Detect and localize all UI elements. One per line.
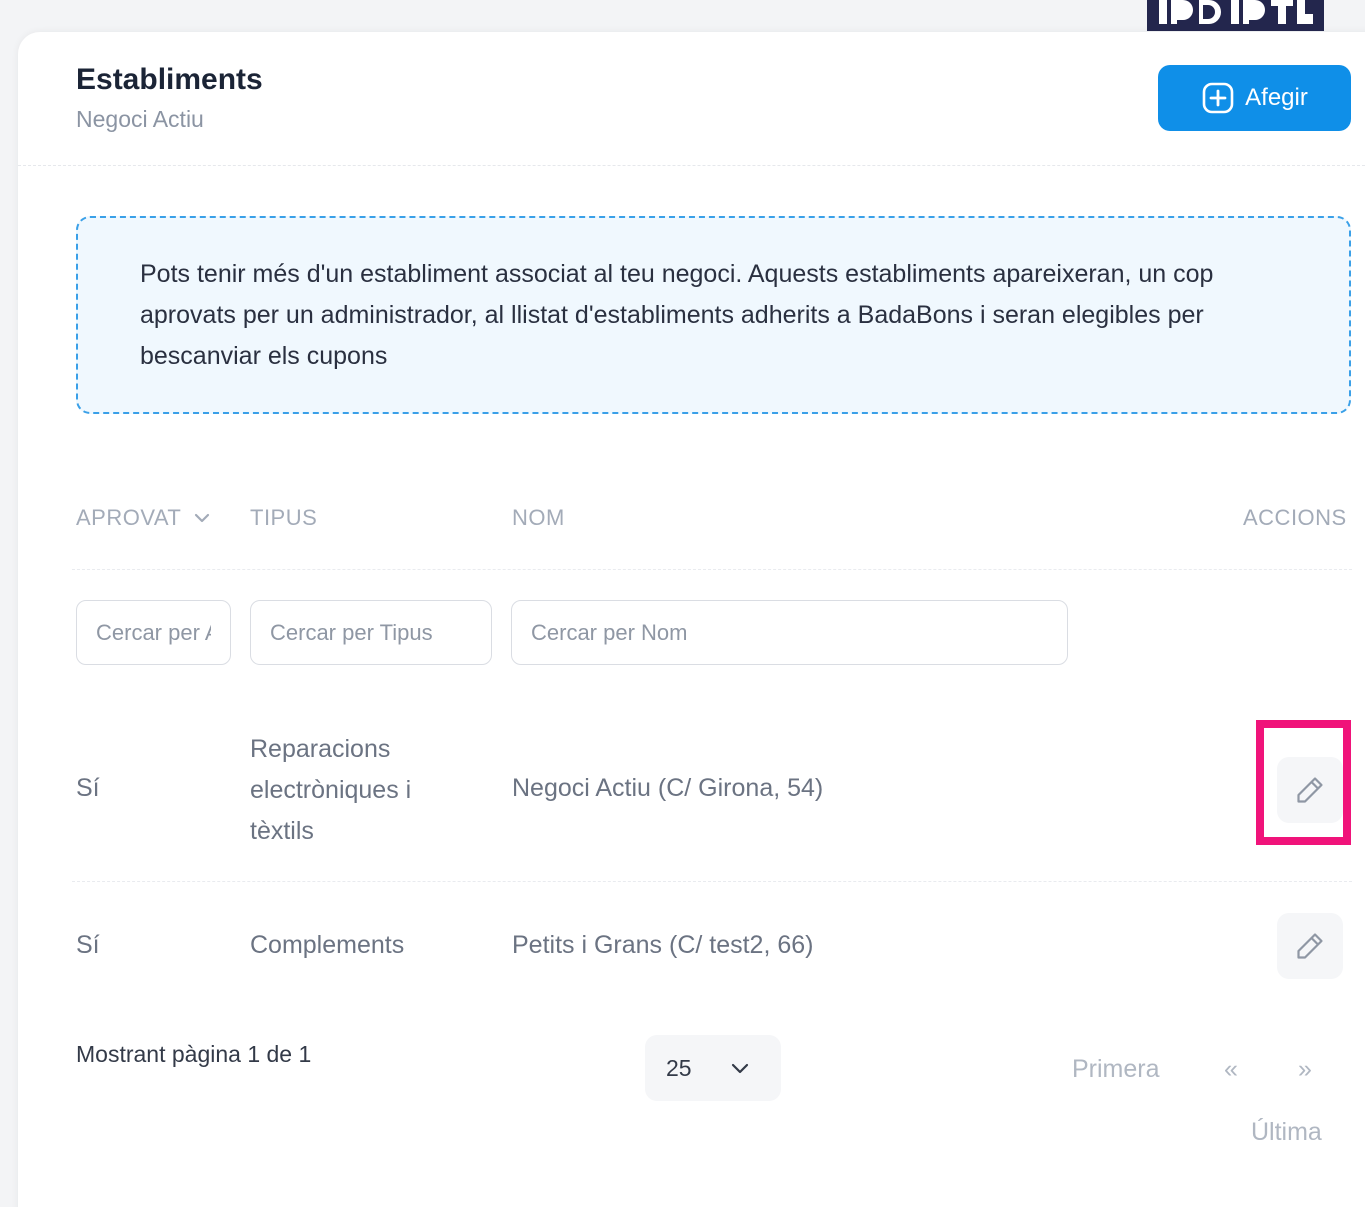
page-subtitle: Negoci Actiu [76, 106, 204, 132]
edit-button[interactable] [1277, 913, 1343, 979]
header-divider [18, 165, 1365, 166]
page-size-select[interactable]: 25 [645, 1035, 781, 1101]
pagination-info: Mostrant pàgina 1 de 1 [76, 1041, 312, 1067]
pagination-prev[interactable]: « [1224, 1055, 1238, 1084]
pagination-first[interactable]: Primera [1072, 1055, 1160, 1084]
chevron-down-icon [191, 507, 213, 529]
edit-button[interactable] [1277, 757, 1343, 823]
cell-aprovat: Sí [76, 931, 100, 959]
search-nom-input[interactable] [511, 600, 1068, 665]
cell-tipus: Complements [250, 931, 405, 959]
cell-aprovat: Sí [76, 774, 100, 802]
cell-tipus-line: tèxtils [250, 817, 314, 845]
info-notice-text: Pots tenir més d'un establiment associat… [140, 260, 1214, 370]
column-header-aprovat[interactable]: APROVAT [76, 505, 213, 531]
column-header-tipus: TIPUS [250, 505, 318, 530]
chevron-down-icon [728, 1056, 752, 1080]
pencil-icon [1297, 933, 1323, 959]
table-divider [72, 569, 1352, 570]
pencil-icon [1297, 777, 1323, 803]
cell-nom: Negoci Actiu (C/ Girona, 54) [512, 774, 824, 802]
cell-nom: Petits i Grans (C/ test2, 66) [512, 931, 814, 959]
column-header-nom: NOM [512, 505, 565, 530]
add-button-label: Afegir [1245, 84, 1308, 111]
cell-tipus: Reparacions electròniques i tèxtils [250, 729, 480, 852]
brand-logo-graphic [1159, 0, 1313, 24]
search-tipus-input[interactable] [250, 600, 492, 665]
plus-square-icon [1201, 81, 1235, 115]
column-header-aprovat-label: APROVAT [76, 505, 182, 530]
cell-tipus-line: Reparacions [250, 735, 391, 763]
table-divider [72, 881, 1352, 882]
cell-tipus-line: electròniques i [250, 776, 412, 804]
page-size-value: 25 [666, 1054, 692, 1081]
search-aprovat-input[interactable] [76, 600, 231, 665]
pagination-next[interactable]: » [1298, 1055, 1312, 1084]
info-notice: Pots tenir més d'un establiment associat… [76, 216, 1351, 414]
brand-logo [1147, 0, 1324, 31]
page-title: Establiments [76, 63, 263, 96]
column-header-accions: ACCIONS [1243, 505, 1347, 530]
add-button[interactable]: Afegir [1158, 65, 1351, 131]
pagination-last[interactable]: Última [1251, 1118, 1322, 1147]
